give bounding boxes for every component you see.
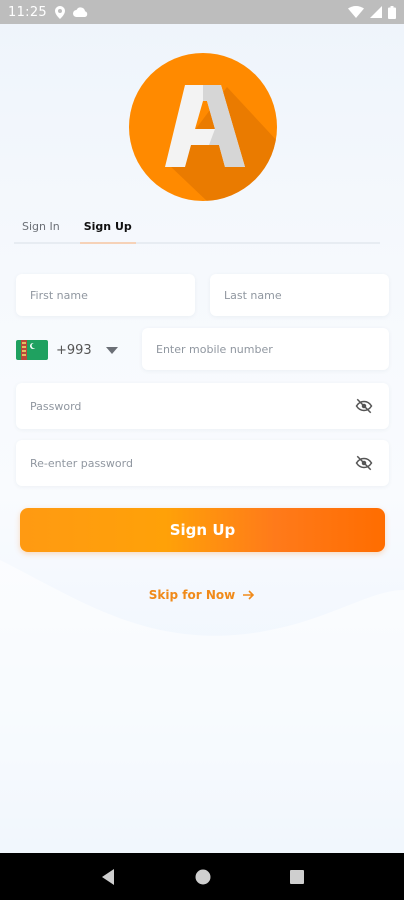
recents-icon[interactable]: [290, 869, 305, 884]
location-icon: [54, 5, 65, 19]
hide-confirm-password-icon[interactable]: [355, 454, 373, 472]
tab-sign-in[interactable]: Sign In: [14, 218, 68, 242]
wifi-icon: [348, 6, 364, 18]
status-time: 11:25: [8, 4, 47, 20]
arrow-right-icon: [243, 590, 255, 600]
signal-icon: [370, 6, 382, 18]
last-name-field[interactable]: Last name: [210, 274, 389, 316]
app-logo: [129, 53, 277, 201]
confirm-password-field[interactable]: Re-enter password: [16, 440, 389, 486]
back-icon[interactable]: [100, 868, 116, 886]
sign-up-button[interactable]: Sign Up: [20, 508, 385, 552]
first-name-placeholder: First name: [30, 288, 88, 302]
tab-sign-up[interactable]: Sign Up: [76, 218, 140, 244]
mobile-number-placeholder: Enter mobile number: [156, 342, 273, 356]
auth-tabs: Sign In Sign Up: [14, 218, 380, 244]
hide-password-icon[interactable]: [355, 397, 373, 415]
password-field[interactable]: Password: [16, 383, 389, 429]
signup-screen: 11:25 Sign In Sign Up First name Last na…: [0, 0, 404, 900]
cloud-icon: [72, 7, 88, 17]
tab-track: [14, 242, 380, 244]
tab-sign-up-label: Sign Up: [83, 220, 132, 233]
chevron-down-icon: [105, 346, 118, 354]
country-code-selector[interactable]: +993: [16, 330, 134, 370]
turkmenistan-flag-icon: [16, 340, 48, 360]
system-navigation-bar: [0, 853, 404, 900]
first-name-field[interactable]: First name: [16, 274, 195, 316]
password-placeholder: Password: [30, 399, 82, 413]
confirm-password-placeholder: Re-enter password: [30, 456, 133, 470]
battery-icon: [388, 5, 396, 19]
home-icon[interactable]: [195, 869, 211, 885]
mobile-number-field[interactable]: Enter mobile number: [142, 328, 389, 370]
status-bar: 11:25: [0, 0, 404, 24]
skip-for-now-link[interactable]: Skip for Now: [0, 588, 404, 602]
skip-for-now-label: Skip for Now: [148, 588, 236, 602]
last-name-placeholder: Last name: [224, 288, 282, 302]
background-wave: [0, 560, 404, 860]
tab-sign-in-label: Sign In: [22, 220, 60, 233]
active-tab-indicator: [79, 242, 136, 244]
country-code-value: +993: [56, 342, 92, 358]
